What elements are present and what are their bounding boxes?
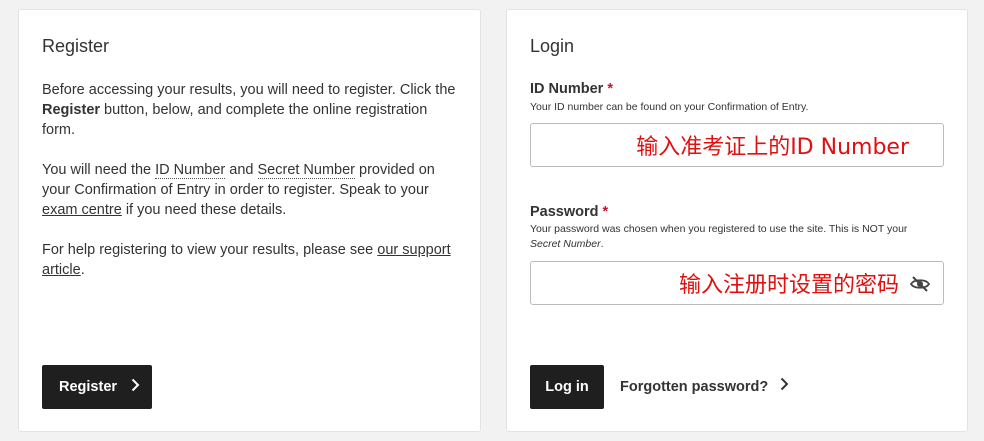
password-input[interactable]: 输入注册时设置的密码	[530, 261, 944, 305]
forgot-password-label: Forgotten password?	[620, 378, 769, 395]
chevron-right-icon	[131, 378, 140, 397]
login-button[interactable]: Log in	[530, 365, 604, 409]
register-title: Register	[42, 36, 110, 56]
forgot-password-link[interactable]: Forgotten password?	[620, 377, 789, 396]
login-title: Login	[530, 36, 575, 56]
register-card: Register Before accessing your results, …	[18, 9, 481, 432]
password-label: Password *	[530, 204, 608, 220]
id-number-hint: Your ID number can be found on your Conf…	[530, 101, 809, 113]
password-hint-end: .	[600, 238, 604, 250]
required-marker: *	[607, 81, 614, 97]
password-input-value: 输入注册时设置的密码	[678, 273, 899, 298]
help-text-end: .	[80, 262, 85, 278]
register-requirements: You will need the ID Number and Secret N…	[42, 160, 462, 220]
id-number-label-text: ID Number	[530, 81, 604, 97]
login-card: Login ID Number * Your ID number can be …	[506, 9, 968, 432]
requirements-text-1: You will need the	[42, 162, 156, 178]
requirements-text-2: and	[225, 162, 258, 178]
register-help: For help registering to view your result…	[42, 240, 462, 280]
register-button-label: Register	[59, 379, 118, 395]
chevron-right-icon	[780, 377, 789, 396]
password-hint: Your password was chosen when you regist…	[530, 222, 940, 252]
help-text: For help registering to view your result…	[42, 242, 378, 258]
secret-number-term[interactable]: Secret Number	[257, 162, 356, 179]
requirements-text-4: if you need these details.	[121, 202, 287, 218]
eye-slash-icon[interactable]	[909, 273, 931, 295]
id-number-input[interactable]: 输入准考证上的ID Number	[530, 123, 944, 167]
register-intro: Before accessing your results, you will …	[42, 80, 462, 140]
password-label-text: Password	[530, 204, 599, 220]
id-number-term[interactable]: ID Number	[155, 162, 226, 179]
id-number-input-value: 输入准考证上的ID Number	[636, 135, 909, 160]
register-intro-bold: Register	[42, 102, 101, 118]
id-number-label: ID Number *	[530, 81, 613, 97]
register-intro-text-end: button, below, and complete the online r…	[42, 102, 428, 138]
login-button-label: Log in	[545, 379, 589, 395]
required-marker: *	[602, 204, 609, 220]
exam-centre-link[interactable]: exam centre	[42, 202, 122, 218]
register-button[interactable]: Register	[42, 365, 152, 409]
password-hint-text: Your password was chosen when you regist…	[530, 223, 908, 235]
register-intro-text: Before accessing your results, you will …	[42, 82, 456, 98]
password-hint-italic: Secret Number	[530, 238, 601, 250]
